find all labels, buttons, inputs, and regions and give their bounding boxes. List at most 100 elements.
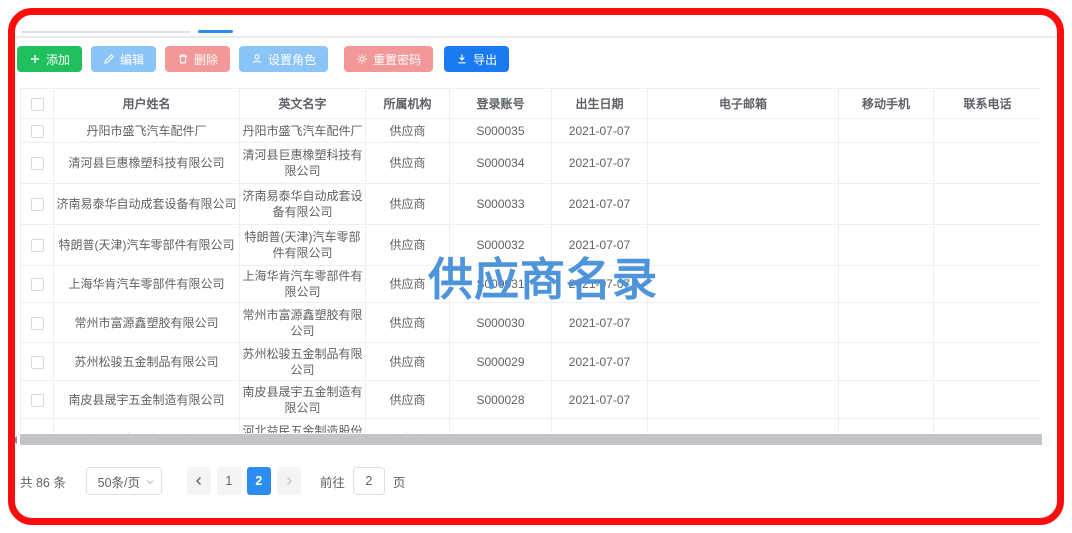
row-checkbox[interactable]	[31, 157, 44, 170]
set-role-button[interactable]: 设置角色	[239, 46, 328, 72]
chevron-right-icon	[283, 475, 295, 487]
cell-account: S000027	[450, 419, 552, 434]
cell-account: S000030	[450, 303, 552, 343]
scrollbar-thumb[interactable]	[20, 434, 1042, 445]
row-checkbox[interactable]	[31, 239, 44, 252]
cell-email	[648, 225, 839, 266]
cell-phone	[934, 381, 1042, 419]
goto-unit-label: 页	[393, 472, 406, 491]
cell-org: 供应商	[366, 303, 450, 343]
cell-org: 供应商	[366, 143, 450, 184]
cell-en-name: 苏州松骏五金制品有限公司	[240, 343, 366, 381]
cell-mobile	[839, 225, 934, 266]
row-checkbox[interactable]	[31, 278, 44, 291]
cell-en-name: 清河县巨惠橡塑科技有限公司	[240, 143, 366, 184]
row-checkbox[interactable]	[31, 317, 44, 330]
user-icon	[251, 53, 263, 65]
header-phone: 联系电话	[934, 89, 1042, 119]
cell-org: 供应商	[366, 184, 450, 225]
cell-org: 供应商	[366, 419, 450, 434]
add-button[interactable]: 添加	[17, 46, 82, 72]
cell-mobile	[839, 381, 934, 419]
cell-account: S000033	[450, 184, 552, 225]
horizontal-scrollbar[interactable]	[11, 434, 1051, 445]
cell-birth: 2021-07-07	[552, 381, 648, 419]
header-mobile: 移动手机	[839, 89, 934, 119]
table-header-row: 用户姓名 英文名字 所属机构 登录账号 出生日期 电子邮箱 移动手机 联系电话	[21, 89, 1042, 119]
table-row: 河北益民五金制造股份有限公司 河北益民五金制造股份有限公司 供应商 S00002…	[21, 419, 1042, 434]
toolbar: 添加 编辑 删除 设置角色 重置密码 导出	[17, 46, 509, 72]
gear-icon	[356, 53, 368, 65]
table-row: 清河县巨惠橡塑科技有限公司 清河县巨惠橡塑科技有限公司 供应商 S000034 …	[21, 143, 1042, 184]
goto-label: 前往	[320, 472, 345, 491]
watermark-title: 供应商名录	[428, 243, 658, 308]
cell-name: 河北益民五金制造股份有限公司	[54, 419, 240, 434]
cell-mobile	[839, 343, 934, 381]
cell-org: 供应商	[366, 381, 450, 419]
table-row: 丹阳市盛飞汽车配件厂 丹阳市盛飞汽车配件厂 供应商 S000035 2021-0…	[21, 119, 1042, 143]
cell-en-name: 特朗普(天津)汽车零部件有限公司	[240, 225, 366, 266]
row-checkbox[interactable]	[31, 198, 44, 211]
edit-button[interactable]: 编辑	[91, 46, 156, 72]
cell-mobile	[839, 119, 934, 143]
reset-password-button[interactable]: 重置密码	[344, 46, 433, 72]
select-all-checkbox[interactable]	[31, 98, 44, 111]
header-email: 电子邮箱	[648, 89, 839, 119]
cell-phone	[934, 225, 1042, 266]
cell-en-name: 河北益民五金制造股份有限公司	[240, 419, 366, 434]
cell-account: S000028	[450, 381, 552, 419]
cell-name: 丹阳市盛飞汽车配件厂	[54, 119, 240, 143]
cell-en-name: 南皮县晟宇五金制造有限公司	[240, 381, 366, 419]
chevron-down-icon	[145, 477, 155, 487]
active-tab-indicator	[198, 30, 233, 33]
trash-icon	[177, 53, 189, 65]
cell-mobile	[839, 184, 934, 225]
cell-mobile	[839, 266, 934, 303]
pencil-icon	[103, 53, 115, 65]
total-count-label: 共 86 条	[20, 472, 66, 491]
cell-org: 供应商	[366, 119, 450, 143]
export-button[interactable]: 导出	[444, 46, 509, 72]
page-button-2-active[interactable]: 2	[247, 467, 271, 495]
cell-email	[648, 143, 839, 184]
cell-email	[648, 184, 839, 225]
row-checkbox[interactable]	[31, 125, 44, 138]
cell-en-name: 常州市富源鑫塑胶有限公司	[240, 303, 366, 343]
delete-button-label: 删除	[194, 51, 218, 68]
reset-password-button-label: 重置密码	[373, 51, 421, 68]
cell-account: S000035	[450, 119, 552, 143]
cell-name: 济南易泰华自动成套设备有限公司	[54, 184, 240, 225]
cell-name: 清河县巨惠橡塑科技有限公司	[54, 143, 240, 184]
delete-button[interactable]: 删除	[165, 46, 230, 72]
cell-birth: 2021-07-07	[552, 184, 648, 225]
cell-phone	[934, 266, 1042, 303]
cell-phone	[934, 419, 1042, 434]
page-button-1[interactable]: 1	[217, 467, 241, 495]
page-size-value: 50条/页	[98, 472, 140, 491]
export-button-label: 导出	[473, 51, 497, 68]
chevron-left-icon	[193, 475, 205, 487]
header-divider	[9, 36, 1063, 38]
edit-button-label: 编辑	[120, 51, 144, 68]
prev-page-button[interactable]	[187, 467, 211, 495]
header-account: 登录账号	[450, 89, 552, 119]
row-checkbox[interactable]	[31, 356, 44, 369]
cell-birth: 2021-07-07	[552, 143, 648, 184]
cell-mobile	[839, 143, 934, 184]
cell-phone	[934, 119, 1042, 143]
cell-email	[648, 419, 839, 434]
cell-email	[648, 303, 839, 343]
cell-account: S000029	[450, 343, 552, 381]
cell-birth: 2021-07-07	[552, 303, 648, 343]
cell-mobile	[839, 419, 934, 434]
cell-name: 苏州松骏五金制品有限公司	[54, 343, 240, 381]
cell-mobile	[839, 303, 934, 343]
cell-name: 上海华肯汽车零部件有限公司	[54, 266, 240, 303]
goto-page-input[interactable]	[353, 467, 385, 495]
cell-en-name: 上海华肯汽车零部件有限公司	[240, 266, 366, 303]
next-page-button[interactable]	[277, 467, 301, 495]
page-size-select[interactable]: 50条/页	[86, 467, 162, 495]
header-en-name: 英文名字	[240, 89, 366, 119]
page: 添加 编辑 删除 设置角色 重置密码 导出	[0, 0, 1072, 533]
row-checkbox[interactable]	[31, 394, 44, 407]
